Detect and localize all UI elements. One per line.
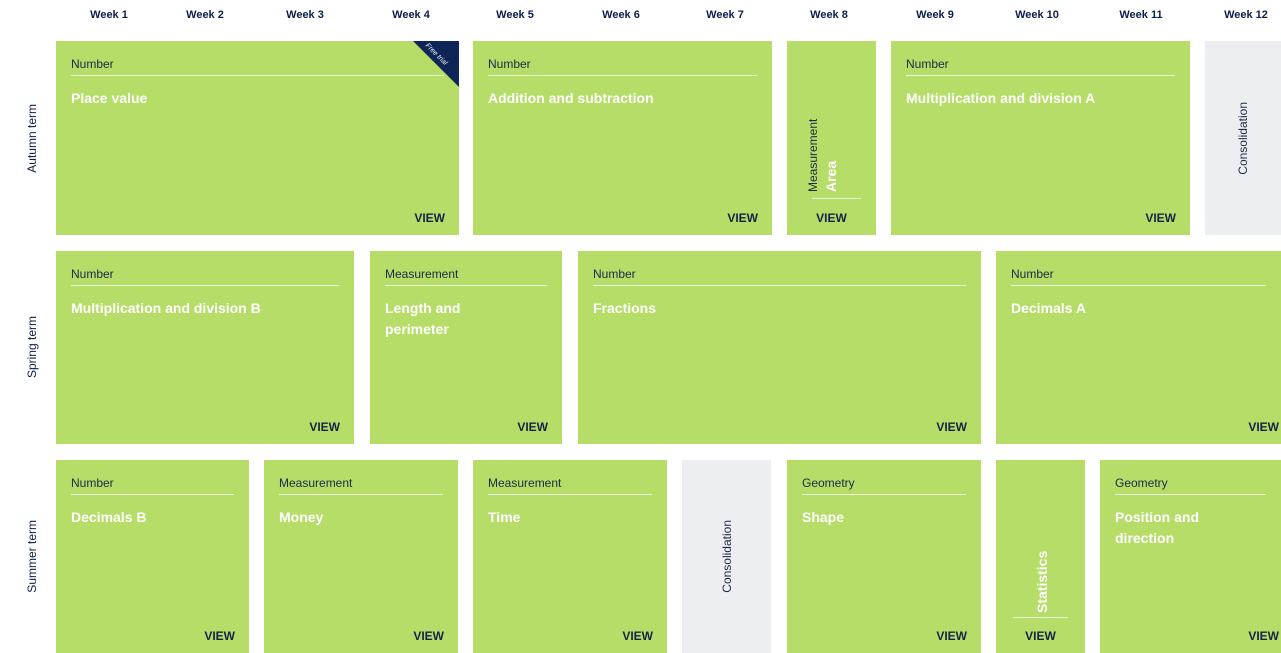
view-link[interactable]: VIEW	[936, 629, 967, 643]
block-title: Decimals A	[1011, 300, 1086, 316]
week-11-label: Week 11	[1119, 9, 1163, 21]
view-link[interactable]: VIEW	[204, 629, 235, 643]
week-4-label: Week 4	[392, 9, 430, 21]
block-category: Measurement	[385, 267, 547, 286]
block-title: Multiplication and division A	[906, 90, 1096, 106]
block-category: Number	[71, 57, 444, 76]
view-link[interactable]: VIEW	[1145, 211, 1176, 225]
consolidation-block-autumn: Consolidation	[1205, 41, 1281, 235]
block-title: Statistics	[1034, 550, 1050, 613]
term-autumn-text: Autumn term	[25, 103, 39, 173]
view-link[interactable]: VIEW	[414, 211, 445, 225]
block-title: Position and direction	[1115, 509, 1199, 546]
block-title: Place value	[71, 90, 148, 106]
week-10-label: Week 10	[1015, 9, 1059, 21]
view-link[interactable]: VIEW	[413, 629, 444, 643]
week-9-label: Week 9	[916, 9, 954, 21]
term-label-summer: Summer term	[20, 460, 44, 653]
block-decimals-a[interactable]: Number Decimals A VIEW	[996, 251, 1281, 444]
week-6-label: Week 6	[602, 9, 640, 21]
divider	[812, 198, 861, 199]
week-5-label: Week 5	[496, 9, 534, 21]
block-category: Number	[488, 57, 757, 76]
block-money[interactable]: Measurement Money VIEW	[264, 460, 458, 653]
term-summer-text: Summer term	[25, 520, 39, 593]
week-12-label: Week 12	[1224, 9, 1268, 21]
block-area[interactable]: Measurement Area VIEW	[787, 41, 876, 235]
week-7-label: Week 7	[706, 9, 744, 21]
block-place-value[interactable]: Number Place value Free trial VIEW	[56, 41, 459, 235]
block-title: Multiplication and division B	[71, 300, 261, 316]
block-category: Number	[1011, 267, 1266, 286]
block-addition-subtraction[interactable]: Number Addition and subtraction VIEW	[473, 41, 772, 235]
block-title: Time	[488, 509, 521, 525]
consolidation-block-summer: Consolidation	[682, 460, 771, 653]
block-title: Shape	[802, 509, 845, 525]
block-category: Number	[71, 267, 339, 286]
block-title: Area	[823, 160, 839, 192]
consolidation-label: Consolidation	[719, 520, 734, 593]
block-category: Measurement	[806, 118, 820, 192]
view-link[interactable]: VIEW	[517, 420, 548, 434]
block-time[interactable]: Measurement Time VIEW	[473, 460, 667, 653]
block-category: Number	[593, 267, 966, 286]
block-title: Addition and subtraction	[488, 90, 654, 106]
block-multiplication-division-b[interactable]: Number Multiplication and division B VIE…	[56, 251, 354, 444]
term-label-spring: Spring term	[20, 251, 44, 444]
week-8-label: Week 8	[810, 9, 848, 21]
consolidation-label: Consolidation	[1236, 101, 1250, 175]
view-link[interactable]: VIEW	[1248, 420, 1279, 434]
block-multiplication-division-a[interactable]: Number Multiplication and division A VIE…	[891, 41, 1190, 235]
view-link[interactable]: VIEW	[309, 420, 340, 434]
block-position-direction[interactable]: Geometry Position and direction VIEW	[1100, 460, 1281, 653]
divider	[1013, 617, 1068, 618]
week-3-label: Week 3	[286, 9, 324, 21]
view-link[interactable]: VIEW	[787, 211, 876, 225]
block-category: Geometry	[1115, 476, 1266, 495]
week-2-label: Week 2	[186, 9, 224, 21]
term-spring-text: Spring term	[25, 316, 39, 379]
block-title: Fractions	[593, 300, 657, 316]
block-title: Decimals B	[71, 509, 147, 525]
block-fractions[interactable]: Number Fractions VIEW	[578, 251, 981, 444]
view-link[interactable]: VIEW	[622, 629, 653, 643]
view-link[interactable]: VIEW	[1248, 629, 1279, 643]
view-link[interactable]: VIEW	[936, 420, 967, 434]
view-link[interactable]: VIEW	[727, 211, 758, 225]
block-shape[interactable]: Geometry Shape VIEW	[787, 460, 981, 653]
block-category: Measurement	[488, 476, 652, 495]
free-trial-ribbon	[413, 41, 459, 87]
block-decimals-b[interactable]: Number Decimals B VIEW	[56, 460, 249, 653]
block-category: Number	[71, 476, 234, 495]
block-title: Money	[279, 509, 324, 525]
block-title: Length and perimeter	[385, 300, 461, 337]
block-category: Number	[906, 57, 1175, 76]
week-1-label: Week 1	[90, 9, 128, 21]
block-category: Geometry	[802, 476, 966, 495]
block-length-perimeter[interactable]: Measurement Length and perimeter VIEW	[370, 251, 562, 444]
block-statistics[interactable]: Statistics VIEW	[996, 460, 1085, 653]
view-link[interactable]: VIEW	[996, 629, 1085, 643]
block-category: Measurement	[279, 476, 443, 495]
term-label-autumn: Autumn term	[20, 41, 44, 235]
